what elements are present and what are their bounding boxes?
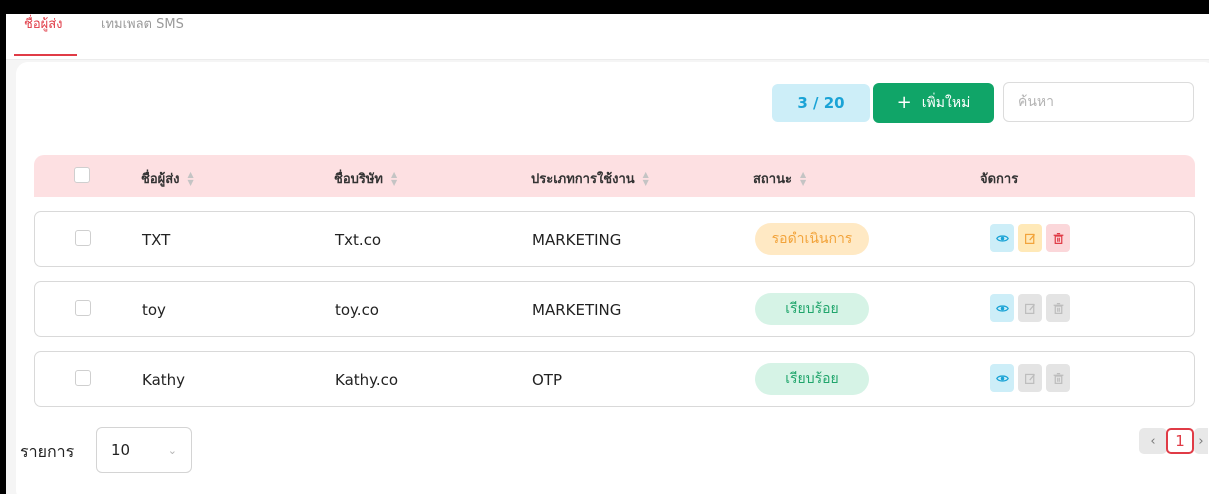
page-size-value: 10 <box>111 441 131 459</box>
add-new-label: เพิ่มใหม่ <box>921 95 971 111</box>
tab-sender-name[interactable]: ชื่อผู้ส่ง <box>14 18 77 56</box>
chevron-right-icon: › <box>1198 433 1204 449</box>
quota-counter: 3 / 20 <box>772 84 870 122</box>
sender-cell: toy <box>142 301 166 319</box>
sender-cell: TXT <box>142 231 171 249</box>
view-button[interactable] <box>990 364 1014 392</box>
table-row: TXT Txt.co MARKETING รอดำเนินการ <box>34 211 1195 267</box>
eye-icon <box>995 374 1009 382</box>
sort-icon: ▲ ▼ <box>642 169 649 187</box>
page-number-button[interactable]: 1 <box>1166 428 1194 454</box>
company-cell: Txt.co <box>335 231 382 249</box>
company-cell: toy.co <box>335 301 379 319</box>
sort-icon: ▲ ▼ <box>187 169 194 187</box>
edit-icon <box>1024 373 1035 384</box>
delete-button[interactable] <box>1046 224 1070 252</box>
trash-icon <box>1053 372 1063 384</box>
content-card <box>16 62 1209 494</box>
table-row: toy toy.co MARKETING เรียบร้อย <box>34 281 1195 337</box>
usage-cell: MARKETING <box>532 231 622 249</box>
edit-button <box>1018 294 1042 322</box>
view-button[interactable] <box>990 294 1014 322</box>
eye-icon <box>995 304 1009 312</box>
chevron-down-icon: ⌄ <box>167 443 177 457</box>
column-header-sender[interactable]: ชื่อผู้ส่ง ▲ ▼ <box>141 168 194 189</box>
plus-icon: + <box>896 92 912 113</box>
usage-cell: MARKETING <box>532 301 622 319</box>
next-page-button[interactable]: › <box>1194 428 1208 454</box>
table-header: ชื่อผู้ส่ง ▲ ▼ ชื่อบริษัท ▲ ▼ ประเภทการใช้… <box>34 155 1195 197</box>
trash-icon <box>1053 302 1063 314</box>
column-header-status[interactable]: สถานะ ▲ ▼ <box>753 168 806 189</box>
add-new-button[interactable]: + เพิ่มใหม่ <box>873 83 994 123</box>
sender-cell: Kathy <box>142 371 186 389</box>
page-size-select[interactable]: 10 ⌄ <box>96 427 192 473</box>
company-cell: Kathy.co <box>335 371 399 389</box>
table-row: Kathy Kathy.co OTP เรียบร้อย <box>34 351 1195 407</box>
column-header-company[interactable]: ชื่อบริษัท ▲ ▼ <box>334 168 397 189</box>
tab-bar: ชื่อผู้ส่ง เทมเพลต SMS <box>6 14 1209 60</box>
view-button[interactable] <box>990 224 1014 252</box>
tab-sms-template[interactable]: เทมเพลต SMS <box>101 18 184 56</box>
delete-button <box>1046 294 1070 322</box>
row-checkbox[interactable] <box>75 230 91 246</box>
edit-button[interactable] <box>1018 224 1042 252</box>
edit-icon <box>1024 303 1035 314</box>
edit-button <box>1018 364 1042 392</box>
eye-icon <box>995 234 1009 242</box>
trash-icon <box>1053 232 1063 244</box>
row-checkbox[interactable] <box>75 300 91 316</box>
sort-icon: ▲ ▼ <box>799 169 807 187</box>
rows-per-page-label: รายการ <box>20 442 75 461</box>
sort-icon: ▲ ▼ <box>391 169 398 187</box>
status-badge: เรียบร้อย <box>755 363 869 395</box>
edit-icon <box>1024 233 1035 244</box>
delete-button <box>1046 364 1070 392</box>
prev-page-button[interactable]: ‹ <box>1139 428 1167 454</box>
status-badge: เรียบร้อย <box>755 293 869 325</box>
select-all-checkbox[interactable] <box>74 167 90 183</box>
usage-cell: OTP <box>532 371 563 389</box>
column-header-actions: จัดการ <box>980 172 1019 187</box>
status-badge: รอดำเนินการ <box>755 223 869 255</box>
row-checkbox[interactable] <box>75 370 91 386</box>
search-input[interactable] <box>1003 82 1194 122</box>
column-header-usage[interactable]: ประเภทการใช้งาน ▲ ▼ <box>531 168 649 189</box>
chevron-left-icon: ‹ <box>1150 433 1156 449</box>
